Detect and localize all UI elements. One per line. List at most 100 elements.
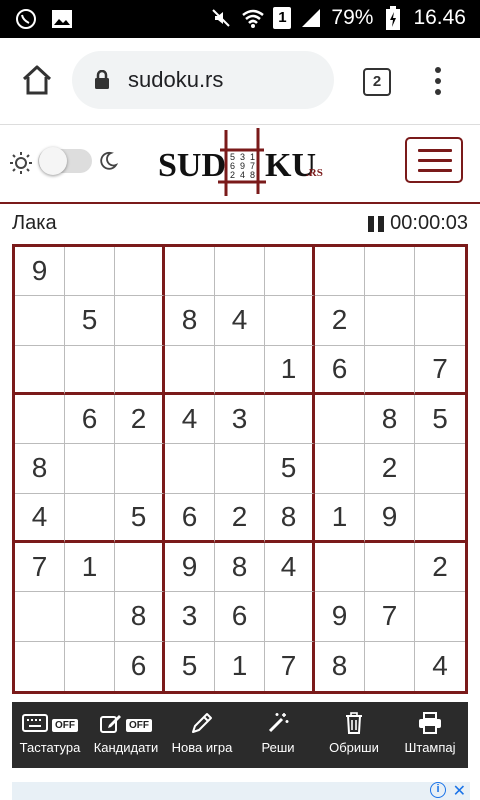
sudoku-cell-given[interactable]: 6 [215,592,265,642]
sudoku-cell-given[interactable]: 2 [415,543,465,593]
sudoku-cell-given[interactable]: 8 [215,542,265,593]
sudoku-cell-empty[interactable] [165,444,215,494]
sudoku-cell-empty[interactable] [315,247,365,297]
sudoku-cell-empty[interactable] [15,345,65,395]
sudoku-cell-empty[interactable] [265,296,315,346]
sudoku-cell-given[interactable]: 1 [315,493,365,543]
sudoku-cell-given[interactable]: 2 [215,493,265,543]
sudoku-cell-empty[interactable] [315,394,365,445]
pencil-icon [191,712,213,739]
keyboard-button[interactable]: OFF Тастатура [12,702,88,768]
sudoku-cell-given[interactable]: 9 [15,247,65,297]
sudoku-cell-empty[interactable] [215,444,265,494]
sudoku-cell-empty[interactable] [415,494,465,543]
site-logo[interactable]: SUD KU .RS 531697248 [158,126,328,198]
difficulty-label[interactable]: Лака [12,212,57,235]
sudoku-cell-empty[interactable] [165,247,215,297]
sudoku-cell-empty[interactable] [365,296,415,346]
sudoku-cell-empty[interactable] [265,592,315,642]
sudoku-cell-empty[interactable] [265,247,315,297]
sudoku-cell-empty[interactable] [365,641,415,691]
sudoku-cell-given[interactable]: 5 [265,444,315,494]
sudoku-cell-empty[interactable] [415,444,465,494]
sudoku-cell-given[interactable]: 4 [165,394,215,445]
sudoku-cell-empty[interactable] [15,592,65,642]
sudoku-cell-empty[interactable] [65,345,115,395]
candidates-button[interactable]: OFF Кандидати [88,702,164,768]
ad-close-icon[interactable]: ✕ [453,782,466,800]
sudoku-cell-empty[interactable] [315,542,365,593]
sudoku-cell-given[interactable]: 9 [315,592,365,642]
tab-switcher-button[interactable]: 2 [363,68,391,96]
sudoku-cell-empty[interactable] [65,247,115,297]
sudoku-cell-given[interactable]: 6 [315,345,365,395]
sudoku-cell-given[interactable]: 3 [215,394,265,445]
sudoku-cell-given[interactable]: 5 [165,641,215,691]
sudoku-cell-given[interactable]: 8 [115,592,165,642]
sudoku-cell-given[interactable]: 8 [15,444,65,494]
address-bar[interactable]: sudoku.rs [72,51,334,109]
sudoku-cell-given[interactable]: 2 [365,444,415,494]
sudoku-cell-given[interactable]: 2 [115,394,165,445]
sudoku-cell-given[interactable]: 2 [315,296,365,346]
sudoku-cell-empty[interactable] [215,345,265,395]
sudoku-cell-empty[interactable] [165,345,215,395]
sudoku-cell-empty[interactable] [15,394,65,445]
pause-icon[interactable] [368,215,385,232]
dark-mode-toggle[interactable] [38,147,92,175]
sudoku-cell-empty[interactable] [365,247,415,297]
more-options-icon[interactable] [433,66,443,96]
sudoku-cell-given[interactable]: 9 [165,542,215,593]
sudoku-cell-given[interactable]: 3 [165,592,215,642]
sudoku-cell-empty[interactable] [315,444,365,494]
sudoku-cell-given[interactable]: 5 [65,296,115,346]
solve-button[interactable]: Реши [240,702,316,768]
sudoku-cell-empty[interactable] [415,296,465,346]
sudoku-cell-given[interactable]: 7 [15,542,65,593]
sudoku-cell-given[interactable]: 5 [115,493,165,543]
sudoku-cell-given[interactable]: 8 [365,394,415,445]
new-game-button[interactable]: Нова игра [164,702,240,768]
sudoku-cell-given[interactable]: 4 [215,296,265,346]
ad-info-icon[interactable]: i [430,782,446,798]
sudoku-cell-given[interactable]: 7 [265,641,315,691]
sudoku-cell-given[interactable]: 8 [165,296,215,346]
sudoku-cell-empty[interactable] [415,247,465,297]
sudoku-cell-empty[interactable] [215,247,265,297]
sudoku-cell-given[interactable]: 6 [115,641,165,691]
sudoku-cell-empty[interactable] [65,444,115,494]
sudoku-cell-empty[interactable] [15,296,65,346]
sudoku-cell-given[interactable]: 4 [265,542,315,593]
sudoku-cell-given[interactable]: 4 [15,493,65,543]
sudoku-cell-empty[interactable] [115,345,165,395]
sudoku-cell-empty[interactable] [65,493,115,543]
sudoku-cell-empty[interactable] [65,592,115,642]
sudoku-cell-empty[interactable] [115,542,165,593]
sudoku-cell-empty[interactable] [265,394,315,445]
sudoku-cell-empty[interactable] [65,641,115,691]
sudoku-cell-given[interactable]: 6 [65,394,115,445]
sudoku-cell-given[interactable]: 6 [165,493,215,543]
sudoku-cell-given[interactable]: 9 [365,493,415,543]
sudoku-cell-given[interactable]: 4 [415,642,465,691]
sudoku-cell-empty[interactable] [115,444,165,494]
sudoku-cell-empty[interactable] [15,641,65,691]
sudoku-cell-given[interactable]: 1 [265,345,315,395]
sudoku-cell-given[interactable]: 7 [415,346,465,395]
sudoku-cell-given[interactable]: 7 [365,592,415,642]
sudoku-cell-given[interactable]: 1 [65,542,115,593]
print-button[interactable]: Штампај [392,702,468,768]
clear-button[interactable]: Обриши [316,702,392,768]
sudoku-cell-empty[interactable] [115,296,165,346]
menu-button[interactable] [405,137,463,183]
sudoku-cell-given[interactable]: 5 [415,395,465,445]
sudoku-cell-empty[interactable] [415,592,465,642]
sudoku-cell-empty[interactable] [365,542,415,593]
sudoku-cell-empty[interactable] [115,247,165,297]
ad-banner[interactable]: i ✕ [12,782,470,800]
home-icon[interactable] [20,64,54,98]
sudoku-cell-empty[interactable] [365,345,415,395]
sudoku-cell-given[interactable]: 8 [315,641,365,691]
sudoku-cell-given[interactable]: 8 [265,493,315,543]
sudoku-cell-given[interactable]: 1 [215,641,265,691]
